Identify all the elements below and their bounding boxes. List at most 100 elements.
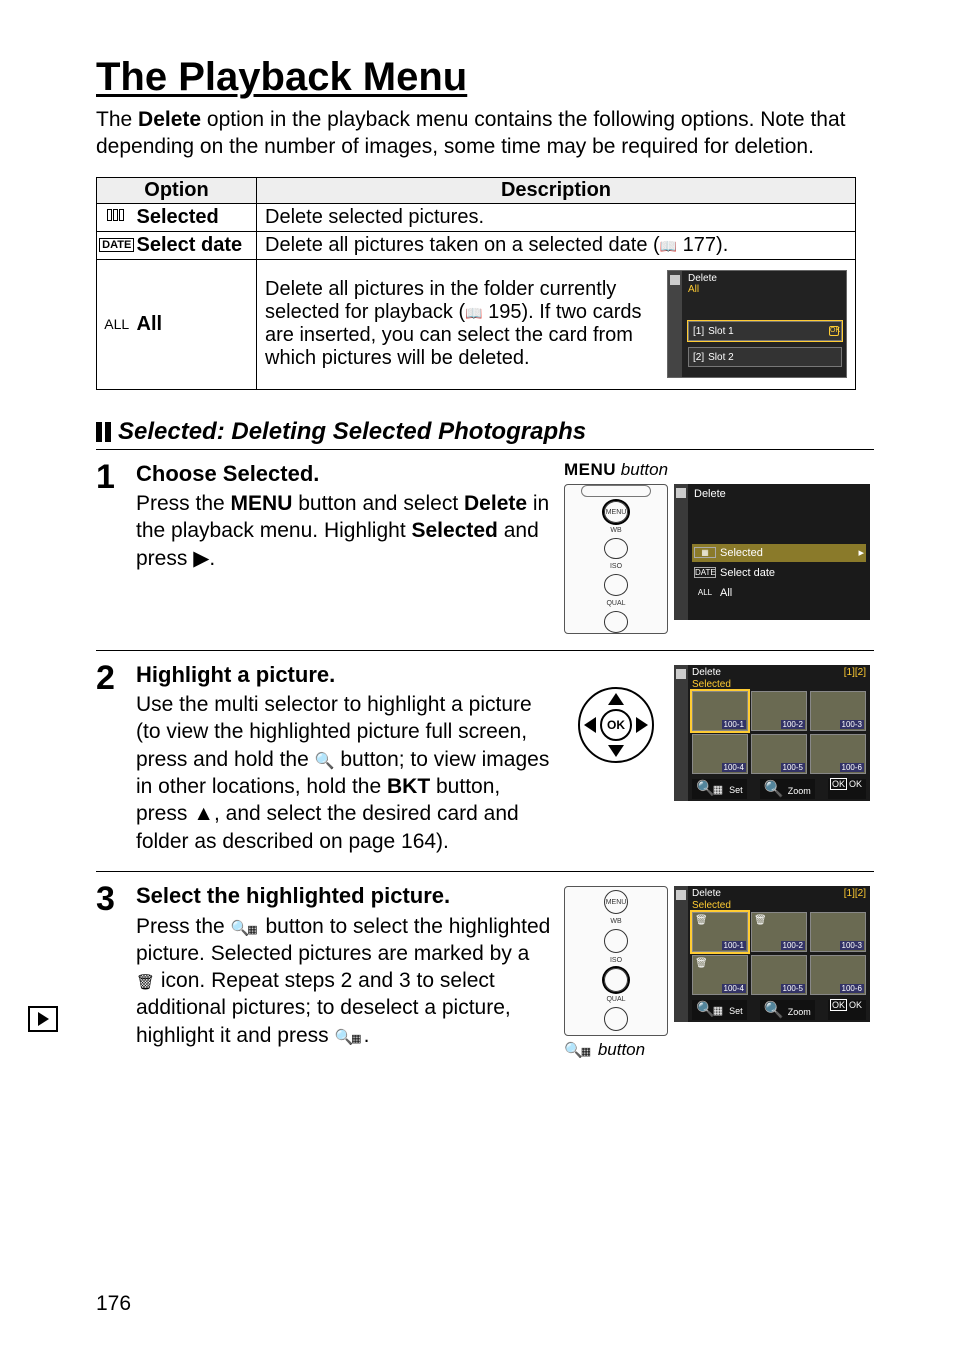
thumb2-c5: 100-6 <box>840 984 864 993</box>
dial-qual: QUAL <box>606 600 625 607</box>
thumbnail-grid-screenshot: Delete [1][2] Selected 100-1 100-2 100-3… <box>674 665 870 801</box>
row2-desc-a: Delete all pictures taken on a selected … <box>265 234 660 256</box>
thumb2-badge: [1][2] <box>844 888 866 899</box>
thumb-c1: 100-2 <box>781 720 805 729</box>
th-description: Description <box>257 177 856 203</box>
thumb2-c4: 100-5 <box>781 984 805 993</box>
row3-option: All <box>137 259 257 389</box>
row2-desc-b: 177). <box>677 234 728 256</box>
menu-r1-icon: ▦ <box>694 547 716 558</box>
iso-dial-icon <box>604 968 628 992</box>
book-icon <box>660 234 677 256</box>
step-1: 1 Choose Selected. Press the MENU button… <box>96 450 874 651</box>
thumb2-c3: 100-4 <box>722 984 746 993</box>
intro-paragraph: The Delete option in the playback menu c… <box>96 106 874 161</box>
step-3-number: 3 <box>96 882 130 1060</box>
thumb-c2: 100-3 <box>840 720 864 729</box>
mini-sub: All <box>688 284 717 295</box>
wb-dial-icon <box>604 538 628 560</box>
bkt-word: BKT <box>387 775 430 798</box>
delete-menu-screenshot: Delete ▦ Selected ▸ DATE Select date ALL <box>674 484 870 620</box>
wb-dial-icon <box>604 929 628 953</box>
thumb2-zoom: Zoom <box>786 1007 813 1017</box>
right-arrow-icon <box>636 717 648 733</box>
trash-mark-icon: 🗑 <box>754 915 767 926</box>
thumb2-set: Set <box>727 1006 745 1016</box>
dial-iso: ISO <box>610 563 622 570</box>
row2-desc: Delete all pictures taken on a selected … <box>257 231 856 259</box>
menu-r3: All <box>720 587 732 599</box>
thumb2-c1: 100-2 <box>781 941 805 950</box>
ok-center: OK <box>600 709 632 741</box>
magnify-plus-icon <box>762 1007 786 1017</box>
thumb2-title: Delete <box>692 888 721 899</box>
thumb-c0: 100-1 <box>722 720 746 729</box>
magnify-minus-icon <box>231 919 260 939</box>
dial-iso-2: ISO <box>610 957 622 964</box>
step-2: 2 Highlight a picture. Use the multi sel… <box>96 651 874 872</box>
thumb-c5: 100-6 <box>840 763 864 772</box>
play-icon <box>676 488 686 498</box>
s3a: Press the <box>136 915 231 938</box>
left-arrow-icon <box>584 717 596 733</box>
menu-r2: Select date <box>720 567 775 579</box>
play-icon <box>676 890 686 900</box>
s1-selected: Selected <box>412 519 498 542</box>
menu-r2-icon: DATE <box>694 567 716 578</box>
row2-icon: DATE <box>97 231 137 259</box>
s3c: icon. Repeat steps 2 and 3 to select add… <box>136 969 511 1047</box>
menu-arrow: ▸ <box>858 546 864 559</box>
book-icon <box>465 301 482 323</box>
magnify-minus-icon <box>564 1041 593 1059</box>
menu-dial-icon: MENU <box>604 501 628 523</box>
down-arrow-icon <box>608 745 624 757</box>
step-1-head: Choose Selected. <box>136 460 554 489</box>
thumb-ok: OK <box>847 779 864 789</box>
section-bars-icon <box>96 422 112 442</box>
s1e: . <box>209 547 215 570</box>
row1-option: Selected <box>137 203 257 231</box>
menu-shot-title: Delete <box>694 488 726 500</box>
dial-menu: MENU <box>606 509 627 516</box>
slot2-icon: [2] <box>693 352 704 363</box>
s1b: button and select <box>292 492 464 515</box>
th-option: Option <box>97 177 257 203</box>
qual-dial-icon <box>604 1007 628 1031</box>
iso-dial-icon <box>604 574 628 596</box>
menu-word: MENU <box>231 492 293 515</box>
intro-c: option in the playback menu contains the… <box>96 108 845 158</box>
right-triangle-icon: ▶ <box>193 547 209 570</box>
row1-icon <box>97 203 137 231</box>
play-icon <box>670 275 680 285</box>
page-number: 176 <box>96 1292 131 1316</box>
menu-caption-rest: button <box>616 460 668 479</box>
dial-wb: WB <box>610 527 621 534</box>
trash-mark-icon: 🗑 <box>695 915 708 926</box>
s1-delete: Delete <box>464 492 527 515</box>
thumb-set: Set <box>727 785 745 795</box>
step-2-number: 2 <box>96 661 130 855</box>
thumb-zoom: Zoom <box>786 786 813 796</box>
mini-ok: OK <box>829 326 839 336</box>
thumb2-ok: OK <box>847 1000 864 1010</box>
mini-slot1: Slot 1 <box>708 326 734 337</box>
mini-title: Delete <box>688 273 717 284</box>
thumb-title: Delete <box>692 667 721 678</box>
qual-dial-icon <box>604 611 628 633</box>
playback-side-icon <box>28 1006 58 1032</box>
menu-dial-icon: MENU <box>604 890 628 914</box>
step-1-number: 1 <box>96 460 130 634</box>
row1-desc: Delete selected pictures. <box>257 203 856 231</box>
intro-b: Delete <box>138 108 201 131</box>
intro-a: The <box>96 108 138 131</box>
thumb-c4: 100-5 <box>781 763 805 772</box>
s1a: Press the <box>136 492 231 515</box>
magnify-minus-icon <box>694 1000 727 1018</box>
thumbnail-grid-screenshot-2: Delete [1][2] Selected 🗑100-1 🗑100-2 100… <box>674 886 870 1022</box>
up-triangle-icon: ▲ <box>193 802 214 825</box>
magnify-minus-icon <box>694 779 727 797</box>
trash-icon <box>136 969 155 992</box>
row2-option: Select date <box>137 231 257 259</box>
mini-slot2: Slot 2 <box>708 352 734 363</box>
all-slot-screenshot: Delete All [1] Slot 1 OK [2] Slot 2 <box>667 270 847 378</box>
